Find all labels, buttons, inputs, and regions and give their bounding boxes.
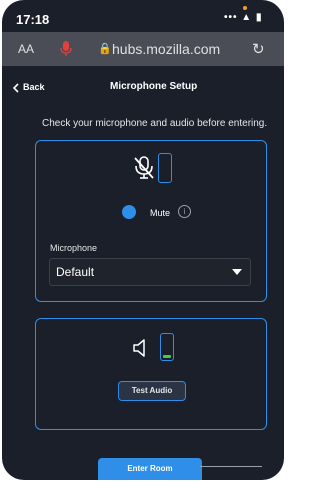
- back-button[interactable]: Back: [12, 82, 45, 93]
- mute-label: Mute: [150, 208, 171, 218]
- phone-screen: 17:18 ••• ▲ ▮ AA 🔒 hubs.mozilla.com ↻ Ba…: [2, 0, 284, 480]
- microphone-panel: Mute i Microphone Default: [35, 140, 267, 302]
- microphone-select-value: Default: [56, 265, 95, 279]
- microphone-level-meter: [158, 153, 172, 183]
- microphone-select[interactable]: Default: [49, 258, 251, 286]
- back-label: Back: [23, 82, 45, 92]
- status-time: 17:18: [16, 12, 50, 27]
- info-icon[interactable]: i: [178, 205, 191, 218]
- privacy-indicator-dot: [243, 6, 247, 10]
- chevron-left-icon: [12, 83, 19, 93]
- mute-toggle[interactable]: [122, 205, 136, 219]
- status-bar: 17:18 ••• ▲ ▮: [2, 0, 284, 32]
- reload-icon[interactable]: ↻: [252, 40, 265, 58]
- audio-level-fill: [163, 355, 171, 358]
- page-title: Microphone Setup: [110, 81, 198, 92]
- audio-level-meter: [160, 333, 174, 361]
- microphone-muted-icon: [134, 156, 154, 179]
- callout-line: [200, 466, 262, 467]
- browser-address-bar[interactable]: AA 🔒 hubs.mozilla.com ↻: [2, 32, 284, 66]
- status-icons: ••• ▲ ▮: [224, 12, 263, 23]
- recording-mic-icon: [60, 41, 72, 56]
- url-text[interactable]: hubs.mozilla.com: [112, 41, 220, 57]
- microphone-field-label: Microphone: [50, 243, 98, 253]
- speaker-icon: [133, 339, 145, 357]
- enter-room-button[interactable]: Enter Room: [98, 458, 202, 480]
- audio-panel: Test Audio: [35, 318, 267, 430]
- text-size-button[interactable]: AA: [18, 42, 34, 56]
- test-audio-button[interactable]: Test Audio: [118, 381, 186, 401]
- lock-icon: 🔒: [98, 43, 112, 55]
- page-header: Back Microphone Setup: [2, 66, 284, 110]
- instructions-text: Check your microphone and audio before e…: [42, 118, 268, 129]
- dropdown-arrow-icon: [232, 269, 242, 275]
